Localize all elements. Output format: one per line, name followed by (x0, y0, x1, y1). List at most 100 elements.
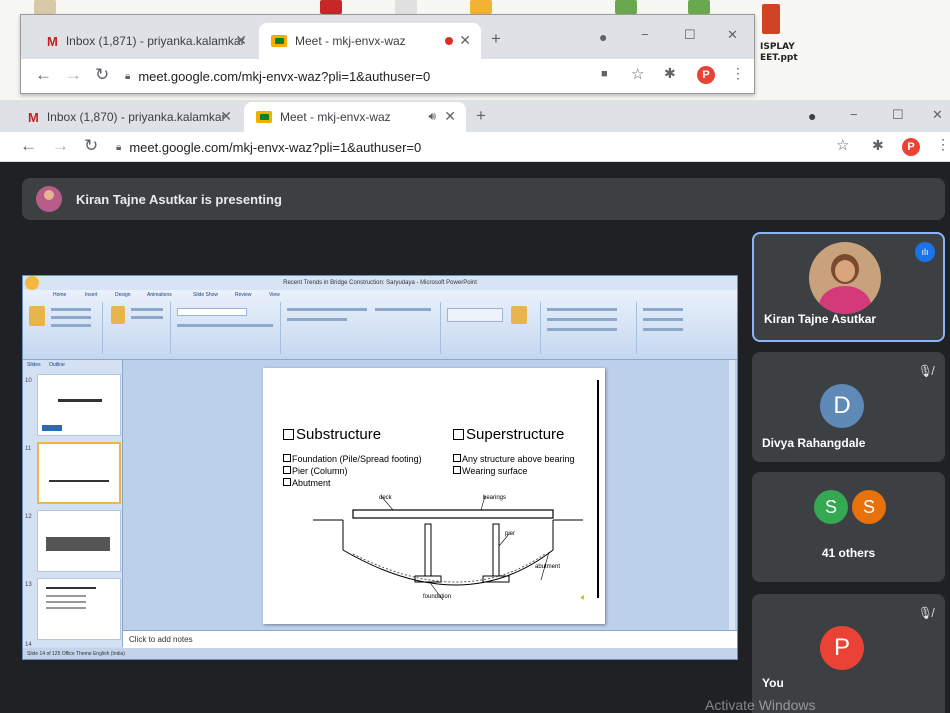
ribbon-control (287, 318, 347, 321)
minimize-button[interactable]: − (850, 107, 858, 122)
slide-bullet: Foundation (Pile/Spread footing) (283, 454, 422, 464)
desktop-file-icon[interactable] (34, 0, 56, 14)
slide-thumbnail[interactable] (37, 374, 121, 436)
participant-tile-you[interactable]: 🎙︎̸ P You (752, 594, 945, 713)
tab-gmail[interactable]: M Inbox (1,870) - priyanka.kalamkar ✕ (16, 102, 242, 132)
bookmark-star-icon[interactable]: ☆ (631, 65, 644, 83)
office-button-icon[interactable] (25, 276, 39, 290)
paste-icon[interactable] (29, 306, 45, 326)
ribbon-control (51, 324, 91, 327)
arrange-icon[interactable] (511, 306, 527, 324)
profile-avatar[interactable]: P (902, 138, 920, 156)
ribbon-tab[interactable]: View (269, 292, 280, 298)
address-bar[interactable]: 🔒︎ meet.google.com/mkj-envx-waz?pli=1&au… (116, 133, 806, 161)
slide-thumbnail-pane: Slides Outline 10 11 12 13 14 (23, 360, 123, 648)
powerpoint-file-icon[interactable] (762, 4, 780, 34)
desktop-folder-icon[interactable] (470, 0, 492, 14)
participant-tile-divya[interactable]: 🎙︎̸ D Divya Rahangdale (752, 352, 945, 462)
back-tab-gmail[interactable]: M Inbox (1,871) - priyanka.kalamkar ✕ (35, 23, 257, 59)
close-window-button[interactable]: ✕ (932, 107, 943, 123)
tab-title: Meet - mkj-envx-waz (295, 34, 406, 48)
reload-icon[interactable]: ↻ (95, 65, 109, 85)
recording-dot-icon (445, 37, 453, 45)
back-tab-strip: M Inbox (1,871) - priyanka.kalamkar ✕ Me… (21, 15, 754, 59)
slide-thumbnail[interactable] (37, 578, 121, 640)
sound-icon[interactable]: 🔈︎ (581, 592, 586, 603)
ribbon-tab[interactable]: Design (115, 292, 131, 298)
gmail-icon: M (28, 109, 39, 125)
lock-icon: 🔒︎ (116, 141, 122, 153)
tab-search-icon[interactable]: ● (808, 108, 816, 124)
profile-avatar[interactable]: P (697, 66, 715, 84)
close-window-button[interactable]: ✕ (727, 27, 738, 43)
participant-tile-kiran[interactable]: ılı Kiran Tajne Asutkar (752, 232, 945, 342)
ribbon-control (547, 328, 617, 331)
current-slide[interactable]: Substructure Superstructure Foundation (… (263, 368, 605, 624)
forward-arrow-icon[interactable]: → (52, 136, 69, 156)
speaking-indicator-icon: ılı (915, 242, 935, 262)
back-browser-window: M Inbox (1,871) - priyanka.kalamkar ✕ Me… (20, 14, 755, 94)
slide-thumbnail[interactable] (37, 510, 121, 572)
ribbon-control (51, 316, 91, 319)
diagram-label: bearings (483, 495, 507, 501)
pane-tab-outline[interactable]: Outline (49, 362, 65, 368)
extensions-icon[interactable]: ✱ (664, 65, 676, 82)
participant-avatar-photo (809, 242, 881, 314)
maximize-button[interactable]: ☐ (684, 27, 696, 43)
close-tab-icon[interactable]: ✕ (459, 32, 471, 49)
ribbon-tab[interactable]: Home (53, 292, 66, 298)
menu-icon[interactable]: ⋮ (731, 65, 745, 82)
lock-icon: 🔒︎ (125, 70, 131, 82)
bookmark-star-icon[interactable]: ☆ (836, 136, 849, 154)
ribbon-tab[interactable]: Slide Show (193, 292, 218, 298)
participant-avatar: D (820, 384, 864, 428)
ribbon-tab[interactable]: Animations (147, 292, 172, 298)
status-text: Slide 14 of 125 Office Theme English (In… (27, 651, 125, 657)
desktop-file-icon[interactable] (688, 0, 710, 14)
powerpoint-status-bar: Slide 14 of 125 Office Theme English (In… (23, 648, 737, 659)
forward-arrow-icon[interactable]: → (65, 65, 82, 85)
close-tab-icon[interactable]: ✕ (444, 108, 456, 125)
pane-tab-slides[interactable]: Slides (27, 362, 41, 368)
close-tab-icon[interactable]: ✕ (220, 108, 232, 125)
back-arrow-icon[interactable]: ← (20, 136, 37, 156)
close-tab-icon[interactable]: ✕ (235, 32, 247, 49)
powerpoint-title-bar: Recent Trends in Bridge Construction: Sa… (23, 276, 737, 290)
reload-icon[interactable]: ↻ (84, 136, 98, 156)
thumb-number: 13 (25, 582, 32, 588)
desktop-file-icon[interactable] (395, 0, 417, 14)
ribbon-tab[interactable]: Insert (85, 292, 98, 298)
vertical-scrollbar[interactable] (729, 360, 735, 630)
menu-icon[interactable]: ⋮ (936, 136, 950, 153)
shared-screen-powerpoint[interactable]: Recent Trends in Bridge Construction: Sa… (22, 275, 738, 660)
extensions-icon[interactable]: ✱ (872, 137, 884, 154)
back-arrow-icon[interactable]: ← (35, 65, 52, 85)
slide-thumbnail-selected[interactable] (37, 442, 121, 504)
speaker-icon[interactable]: 🔊︎ (428, 109, 436, 124)
minimize-button[interactable]: − (641, 27, 649, 42)
desktop-file-icon[interactable] (615, 0, 637, 14)
maximize-button[interactable]: ☐ (892, 107, 904, 123)
diagram-label: deck (379, 495, 392, 501)
ribbon-control (643, 318, 683, 321)
address-bar[interactable]: 🔒︎ meet.google.com/mkj-envx-waz?pli=1&au… (125, 62, 595, 90)
desktop-file-icon[interactable] (320, 0, 342, 14)
presenting-text: Kiran Tajne Asutkar is presenting (76, 191, 282, 207)
notes-pane[interactable]: Click to add notes (123, 630, 737, 648)
font-selector[interactable] (177, 308, 247, 316)
slide-bullet: Any structure above bearing (453, 454, 575, 464)
ribbon-tab[interactable]: Review (235, 292, 251, 298)
participant-tile-others[interactable]: S S 41 others (752, 472, 945, 582)
back-tab-meet[interactable]: Meet - mkj-envx-waz ✕ (259, 23, 481, 59)
camera-icon[interactable]: ■ (601, 68, 608, 80)
new-tab-button[interactable]: + (491, 29, 501, 49)
new-slide-icon[interactable] (111, 306, 125, 324)
desktop-file-label: ISPLAY (760, 42, 795, 52)
new-tab-button[interactable]: + (476, 106, 486, 126)
tab-search-icon[interactable]: ● (599, 29, 607, 45)
shapes-gallery[interactable] (447, 308, 503, 322)
powerpoint-ribbon: Home Insert Design Animations Slide Show… (23, 290, 737, 360)
ribbon-control (643, 328, 683, 331)
tab-meet[interactable]: Meet - mkj-envx-waz 🔊︎ ✕ (244, 102, 466, 132)
slide-bullet: Abutment (283, 478, 331, 488)
